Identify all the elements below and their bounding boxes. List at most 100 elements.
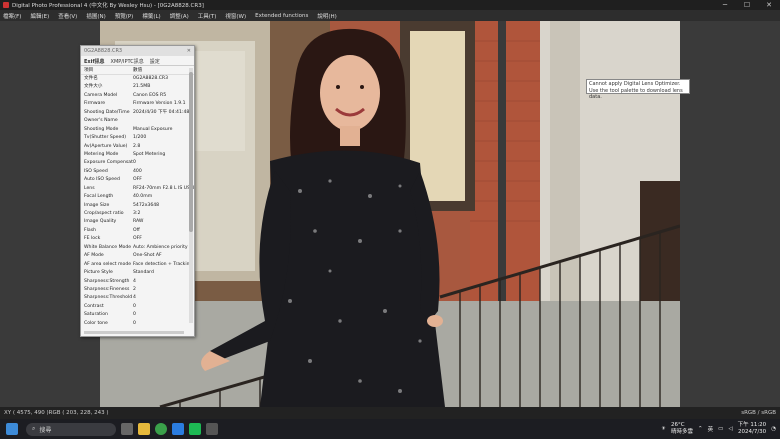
menu-label[interactable]: 標籤(L)	[142, 12, 160, 20]
exif-row[interactable]: Shooting Date/Time 2024/4/30 下午 04:41:48	[81, 109, 194, 117]
menu-view[interactable]: 查看(V)	[58, 12, 77, 20]
exif-row[interactable]: Exposure Compensati...0	[81, 159, 194, 167]
exif-value: Off	[133, 227, 140, 233]
search-label: 搜尋	[39, 426, 52, 434]
exif-key: AF area select mode	[84, 261, 132, 267]
exif-row[interactable]: AF Mode One-Shot AF	[81, 252, 194, 260]
exif-key: Image Size	[84, 202, 110, 208]
menu-adjust[interactable]: 調整(A)	[170, 12, 189, 20]
exif-row[interactable]: Color tone 0	[81, 320, 194, 328]
weather-widget[interactable]: 26°C 晴時多雲	[671, 422, 693, 436]
menu-edit[interactable]: 編輯(E)	[30, 12, 49, 20]
exif-row[interactable]: 文件名 0G2A8828.CR3	[81, 75, 194, 83]
dpp-app-icon[interactable]	[206, 423, 218, 435]
scrollbar-thumb[interactable]	[189, 72, 193, 232]
tab-exif[interactable]: Exif訊息	[84, 58, 105, 65]
exif-key: 文件大小	[84, 84, 103, 90]
clock[interactable]: 下午 11:20 2024/7/30	[738, 422, 767, 436]
exif-value: OFF	[133, 177, 142, 183]
exif-key: Crop/aspect ratio	[84, 211, 124, 216]
task-view-icon[interactable]	[121, 423, 133, 435]
exif-row[interactable]: Lens RF24-70mm F2.8 L IS USM	[81, 185, 194, 193]
ime-indicator[interactable]: 英	[708, 425, 714, 433]
minimize-icon[interactable]: ─	[714, 0, 736, 10]
line-icon[interactable]	[189, 423, 201, 435]
exif-row[interactable]: AF area select mode Face detection + Trac…	[81, 261, 194, 269]
exif-row[interactable]: Image Size 5472x3648	[81, 202, 194, 210]
notification-icon[interactable]: ◔	[771, 426, 776, 432]
chevron-up-icon[interactable]: ⌃	[698, 426, 703, 432]
tab-xmp-iptc[interactable]: XMP/IPTC訊息	[111, 58, 144, 65]
exif-key: Lens	[84, 185, 95, 191]
tab-settings[interactable]: 設定	[150, 58, 160, 65]
clock-time: 下午 11:20	[737, 422, 767, 428]
title-bar: Digital Photo Professional 4 (中文化 By Wes…	[0, 0, 780, 10]
exif-key: Tv(Shutter Speed)	[84, 135, 127, 141]
exif-row[interactable]: Tv(Shutter Speed) 1/200	[81, 134, 194, 142]
exif-row[interactable]: 文件大小 21.5MB	[81, 83, 194, 91]
panel-title: 0G2A8828.CR3	[84, 48, 123, 54]
menu-extended[interactable]: Extended functions	[255, 13, 308, 19]
exif-row[interactable]: ISO Speed 400	[81, 168, 194, 176]
window-title: Digital Photo Professional 4 (中文化 By Wes…	[12, 3, 204, 9]
chrome-icon[interactable]	[155, 423, 167, 435]
tooltip-line-1: Cannot apply Digital Lens Optimizer.	[589, 81, 681, 87]
file-explorer-icon[interactable]	[138, 423, 150, 435]
exif-row[interactable]: White Balance Mode Auto: Ambience priorit…	[81, 244, 194, 252]
exif-row[interactable]: Flash Off	[81, 227, 194, 235]
exif-row[interactable]: FE lock OFF	[81, 235, 194, 243]
maximize-icon[interactable]: ☐	[736, 0, 758, 10]
horizontal-scrollbar[interactable]	[84, 331, 184, 334]
exif-value: OFF	[133, 236, 142, 242]
menu-preview[interactable]: 預覽(P)	[115, 12, 134, 20]
exif-row[interactable]: Picture Style Standard	[81, 269, 194, 277]
close-icon[interactable]: ✕	[758, 0, 780, 10]
exif-row[interactable]: Sharpness:Strength 4	[81, 278, 194, 286]
exif-row[interactable]: Image Quality RAW	[81, 218, 194, 226]
menu-file[interactable]: 檔案(F)	[3, 12, 21, 20]
edge-icon[interactable]	[172, 423, 184, 435]
exif-key: Sharpness:Threshold	[84, 295, 133, 301]
exif-row[interactable]: Camera Model Canon EOS R5	[81, 92, 194, 100]
exif-row[interactable]: Saturation 0	[81, 311, 194, 319]
menu-insert[interactable]: 插圖(N)	[86, 12, 105, 20]
exif-value: 4	[133, 278, 136, 284]
menu-window[interactable]: 視窗(W)	[225, 12, 246, 20]
panel-title-bar[interactable]: 0G2A8828.CR3 ✕	[81, 46, 194, 56]
exif-table-body[interactable]: 文件名 0G2A8828.CR3 文件大小 21.5MB Camera Model Can…	[81, 75, 194, 335]
exif-row[interactable]: Firmware Firmware Version 1.9.1	[81, 100, 194, 108]
exif-row[interactable]: Crop/aspect ratio 3:2	[81, 210, 194, 218]
exif-row[interactable]: Metering Mode Spot Metering	[81, 151, 194, 159]
exif-value: 0	[133, 303, 136, 309]
menu-help[interactable]: 說明(H)	[317, 12, 336, 20]
windows-start-icon[interactable]	[6, 423, 18, 435]
weather-temp: 26°C	[671, 422, 685, 428]
exif-row[interactable]: Shooting Mode Manual Exposure	[81, 126, 194, 134]
exif-value: 400	[133, 168, 142, 174]
exif-row[interactable]: Auto ISO Speed OFF	[81, 176, 194, 184]
taskbar: ⌕ 搜尋 ☀ 26°C 晴時多雲 ⌃ 英 ▭ ◁ 下午 11:20 2024/7…	[0, 419, 780, 439]
exif-info-panel[interactable]: 0G2A8828.CR3 ✕ Exif訊息 XMP/IPTC訊息 設定 項目 數…	[80, 45, 195, 337]
exif-value: Auto: Ambience priority	[133, 244, 188, 250]
exif-value: 0	[133, 312, 136, 318]
menu-tools[interactable]: 工具(T)	[198, 12, 217, 20]
exif-row[interactable]: Focal Length 40.0mm	[81, 193, 194, 201]
taskbar-search[interactable]: ⌕ 搜尋	[26, 422, 116, 436]
exif-row[interactable]: Owner's Name	[81, 117, 194, 125]
exif-key: White Balance Mode	[84, 244, 132, 250]
vertical-scrollbar[interactable]	[189, 68, 193, 323]
exif-row[interactable]: Sharpness:Fineness 2	[81, 286, 194, 294]
exif-row[interactable]: Sharpness:Threshold 4	[81, 294, 194, 302]
volume-icon[interactable]: ◁	[728, 426, 732, 432]
exif-key: FE lock	[84, 236, 101, 242]
exif-value: Firmware Version 1.9.1	[133, 101, 186, 107]
exif-key: Exposure Compensati...	[84, 160, 133, 166]
weather-icon[interactable]: ☀	[661, 426, 666, 432]
panel-close-icon[interactable]: ✕	[187, 48, 191, 54]
search-icon: ⌕	[32, 425, 36, 432]
exif-row[interactable]: Contrast 0	[81, 303, 194, 311]
exif-value: 21.5MB	[133, 84, 151, 90]
panel-tabs: Exif訊息 XMP/IPTC訊息 設定	[81, 56, 194, 66]
network-icon[interactable]: ▭	[718, 426, 723, 432]
exif-row[interactable]: Av(Aperture Value) 2.8	[81, 143, 194, 151]
